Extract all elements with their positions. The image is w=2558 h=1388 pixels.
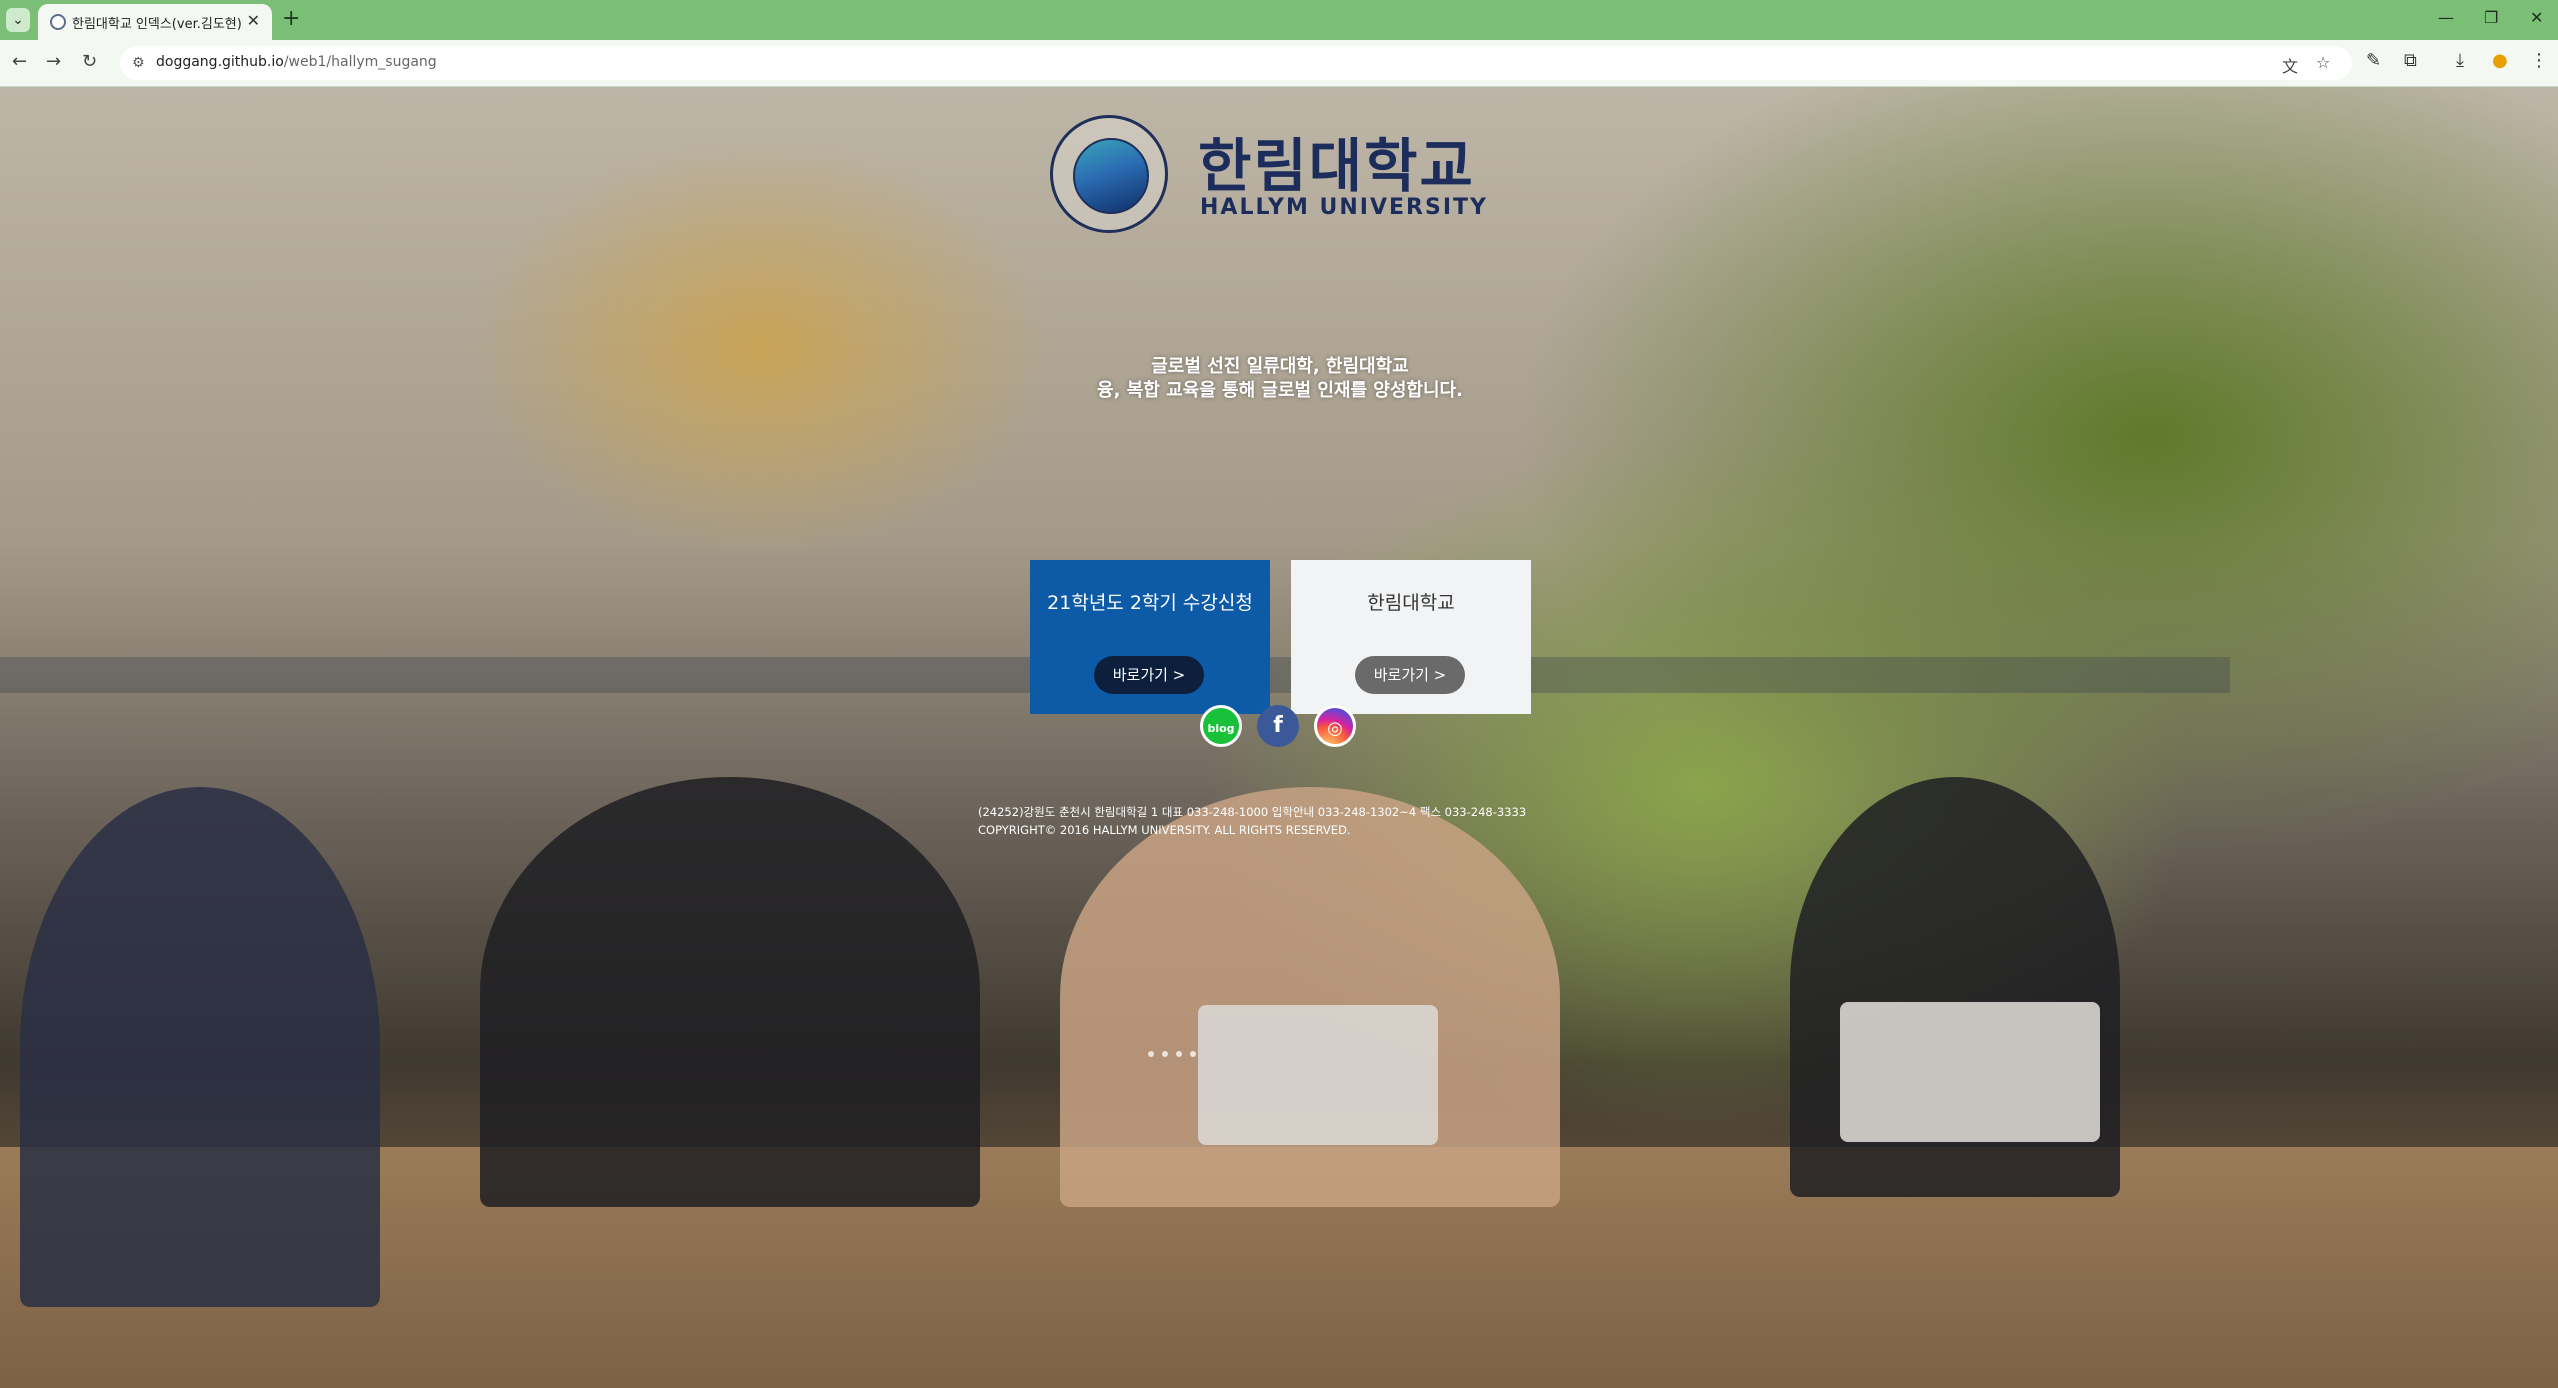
url-text: doggang.github.io/web1/hallym_sugang — [156, 54, 437, 70]
url-path: /web1/hallym_sugang — [283, 54, 437, 70]
new-tab-icon[interactable]: + — [282, 6, 300, 31]
background-person — [480, 777, 980, 1207]
bookmark-star-icon[interactable]: ☆ — [2316, 53, 2330, 72]
browser-tab-bar: ⌄ 한림대학교 인덱스(ver.김도현) ✕ + — ❐ ✕ — [0, 0, 2558, 40]
slider-dot[interactable] — [1190, 1051, 1196, 1057]
tab-search-icon[interactable]: ⌄ — [6, 8, 30, 32]
address-bar[interactable]: ⚙ doggang.github.io/web1/hallym_sugang 文… — [120, 46, 2352, 80]
university-seal-icon — [1050, 115, 1168, 233]
slider-dot[interactable] — [1148, 1051, 1154, 1057]
tab-active[interactable]: 한림대학교 인덱스(ver.김도현) ✕ — [38, 4, 272, 40]
restore-icon[interactable]: ❐ — [2484, 8, 2498, 27]
card-title: 한림대학교 — [1367, 592, 1455, 614]
logo-english: HALLYM UNIVERSITY — [1200, 195, 1488, 220]
site-info-icon[interactable]: ⚙ — [132, 55, 145, 71]
tagline-line-1: 글로벌 선진 일류대학, 한림대학교 — [1151, 356, 1409, 377]
menu-icon[interactable]: ⋮ — [2530, 50, 2548, 71]
reload-icon[interactable]: ↻ — [82, 51, 97, 72]
url-host: doggang.github.io — [156, 54, 284, 70]
extensions-icon[interactable]: ⧉ — [2404, 50, 2417, 71]
background-laptop — [1198, 1005, 1438, 1145]
logo-korean: 한림대학교 — [1198, 132, 1475, 200]
card-title: 21학년도 2학기 수강신청 — [1047, 592, 1253, 614]
facebook-icon[interactable]: f — [1257, 705, 1299, 747]
slider-dots — [1148, 1042, 1204, 1061]
close-icon[interactable]: ✕ — [247, 11, 260, 30]
hallym-shortcut-button[interactable]: 바로가기 > — [1355, 656, 1465, 694]
blog-icon[interactable]: blog — [1200, 705, 1242, 747]
back-icon[interactable]: ← — [12, 51, 27, 72]
slider-dot[interactable] — [1176, 1051, 1182, 1057]
university-logo[interactable]: 한림대학교 HALLYM UNIVERSITY — [1050, 115, 1510, 245]
background-laptop — [1840, 1002, 2100, 1142]
slider-dot[interactable] — [1162, 1051, 1168, 1057]
favicon — [50, 14, 66, 30]
course-registration-shortcut-button[interactable]: 바로가기 > — [1094, 656, 1204, 694]
translate-icon[interactable]: 文 — [2282, 53, 2298, 77]
card-hallym-university: 한림대학교 바로가기 > — [1291, 560, 1531, 714]
instagram-icon[interactable]: ◎ — [1314, 705, 1356, 747]
browser-toolbar: ← → ↻ ⚙ doggang.github.io/web1/hallym_su… — [0, 40, 2558, 87]
edit-icon[interactable]: ✎ — [2366, 50, 2381, 71]
download-icon[interactable]: ⤓ — [2456, 50, 2464, 71]
tab-title: 한림대학교 인덱스(ver.김도현) — [72, 17, 242, 32]
minimize-icon[interactable]: — — [2438, 8, 2454, 27]
tagline: 글로벌 선진 일류대학, 한림대학교 융, 복합 교육을 통해 글로벌 인재를 … — [1000, 355, 1560, 403]
close-window-icon[interactable]: ✕ — [2530, 8, 2543, 27]
footer-address: (24252)강원도 춘천시 한림대학길 1 대표 033-248-1000 입… — [978, 805, 1527, 819]
profile-icon[interactable]: ● — [2492, 50, 2508, 71]
tagline-line-2: 융, 복합 교육을 통해 글로벌 인재를 양성합니다. — [1097, 380, 1463, 401]
background-person — [20, 787, 380, 1307]
card-course-registration: 21학년도 2학기 수강신청 바로가기 > — [1030, 560, 1270, 714]
footer: (24252)강원도 춘천시 한림대학길 1 대표 033-248-1000 입… — [978, 803, 1526, 839]
forward-icon[interactable]: → — [46, 51, 61, 72]
footer-copyright: COPYRIGHT© 2016 HALLYM UNIVERSITY. ALL R… — [978, 823, 1351, 837]
